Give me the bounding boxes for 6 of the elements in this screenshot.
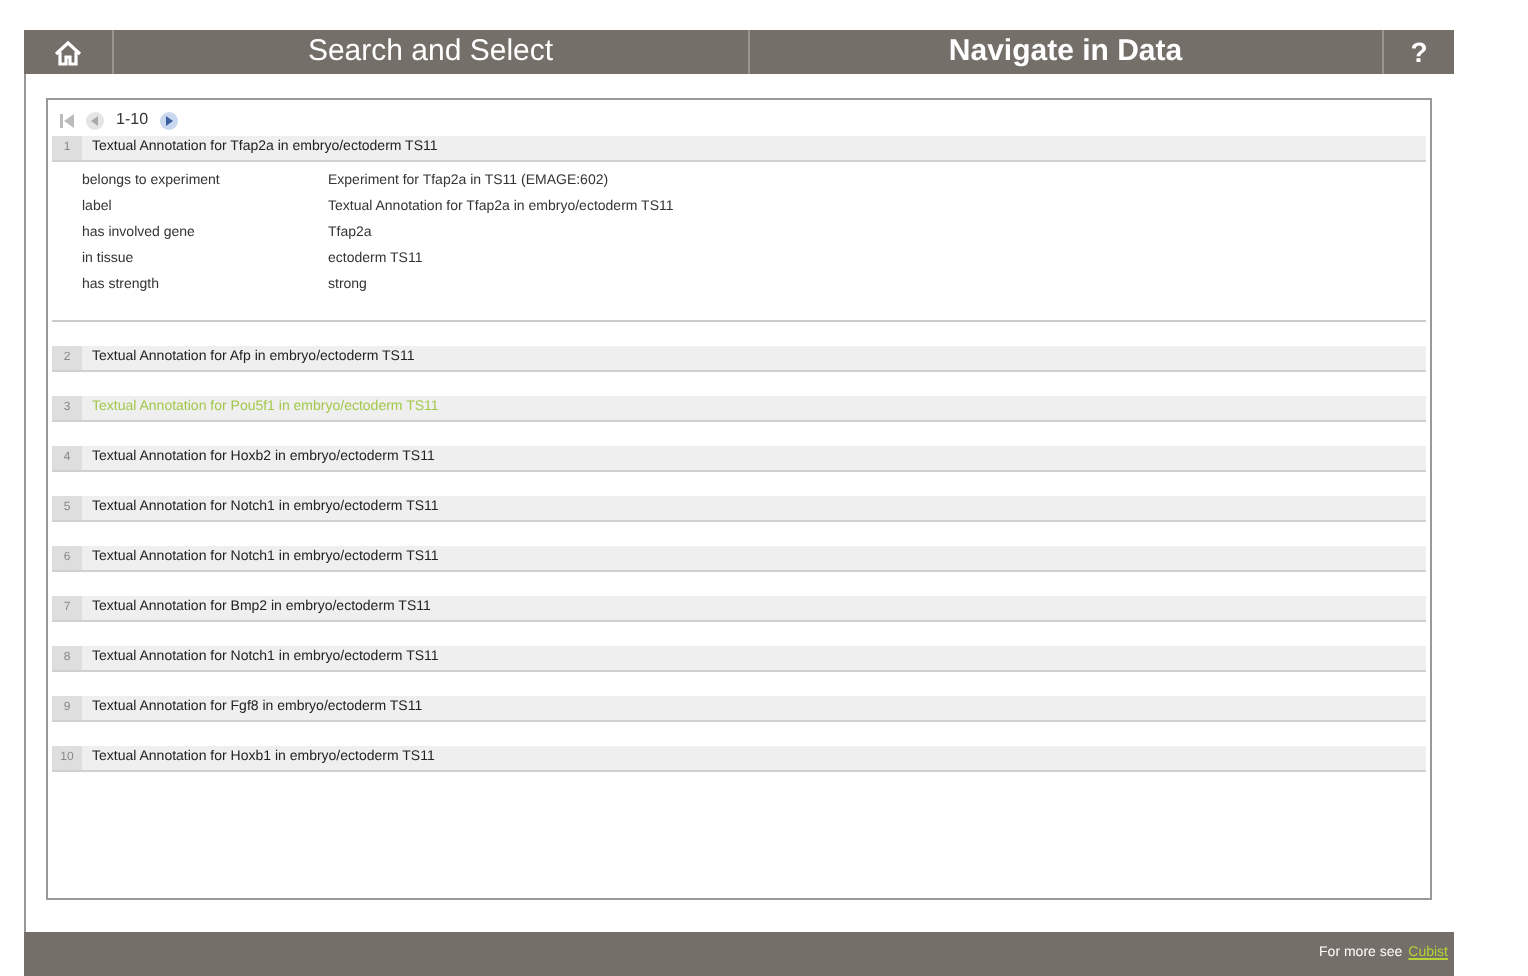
- help-button[interactable]: ?: [1384, 30, 1454, 74]
- next-page-icon[interactable]: [160, 111, 179, 129]
- home-icon: [54, 39, 82, 65]
- page-range: 1-10: [116, 108, 149, 132]
- nav-tab[interactable]: Search and Select: [114, 30, 749, 74]
- nav-tab[interactable]: Navigate in Data: [749, 30, 1384, 74]
